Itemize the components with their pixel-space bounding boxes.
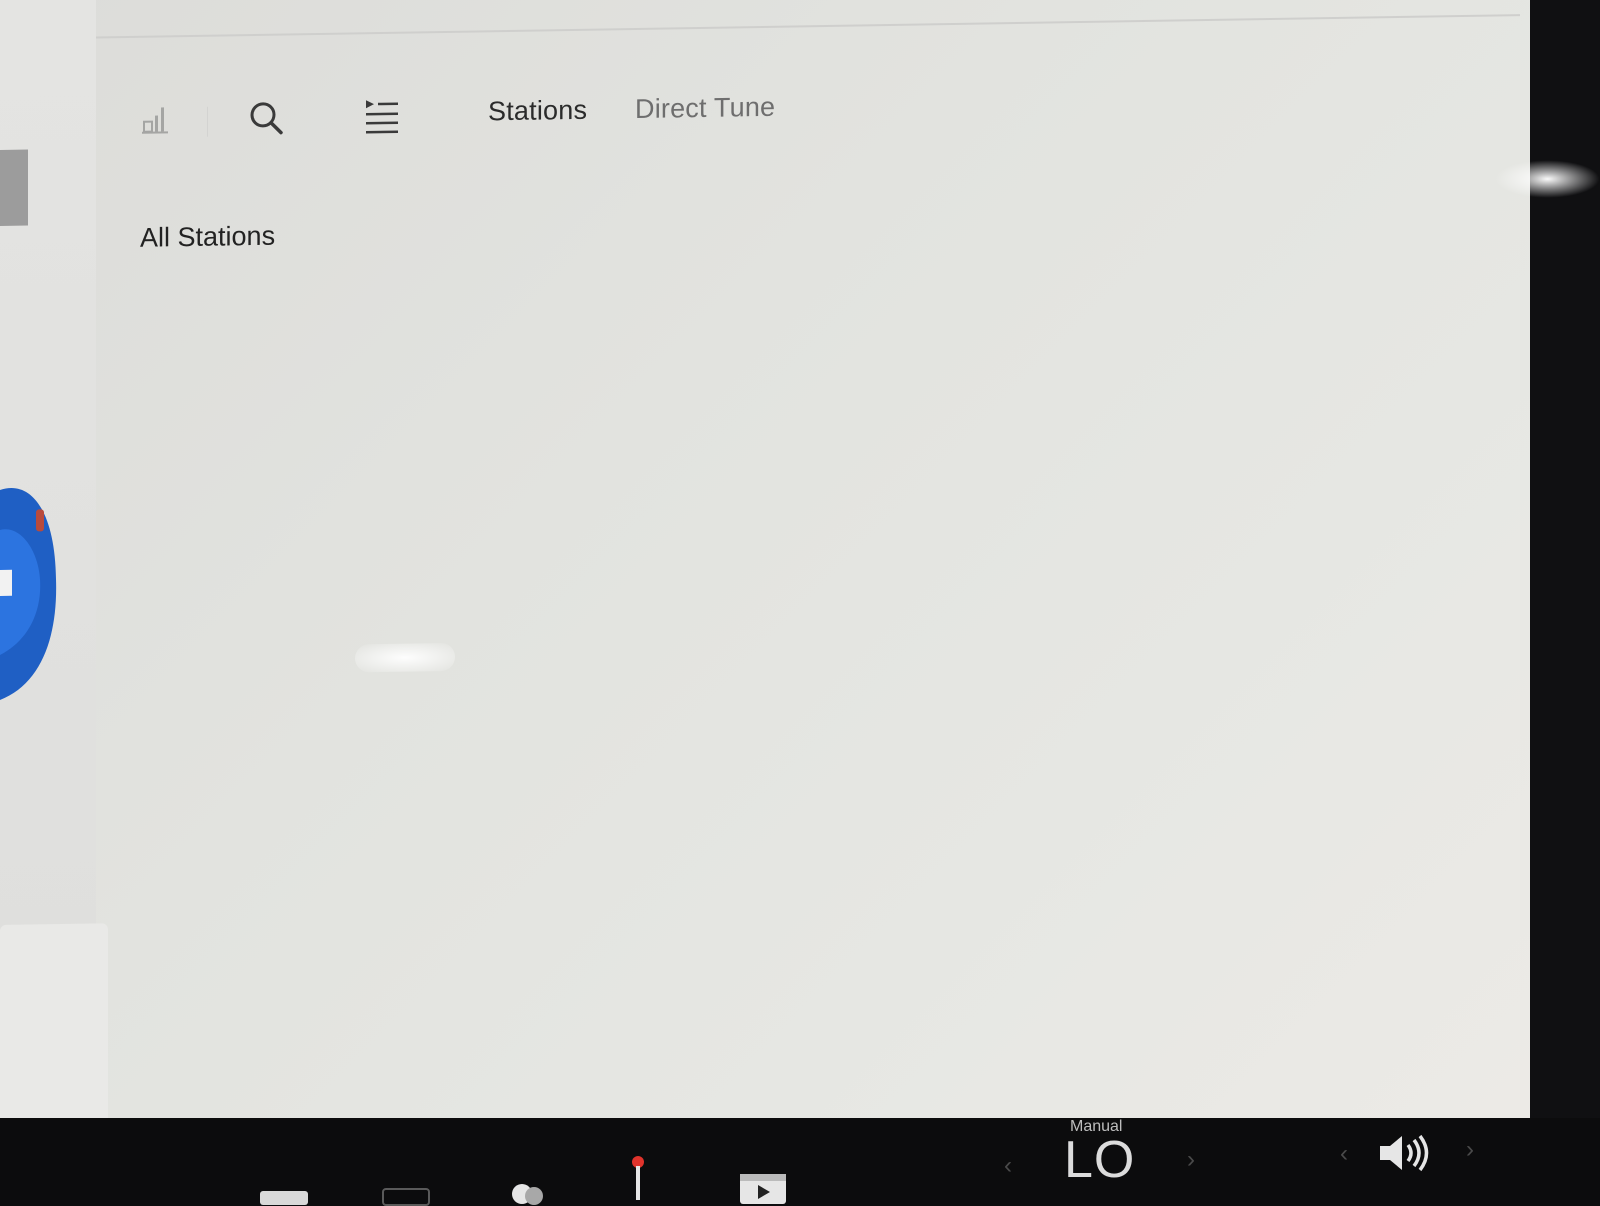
speaker-volume-icon[interactable] — [1376, 1132, 1436, 1174]
toybox-icon[interactable] — [508, 1178, 548, 1206]
dock-app-icon[interactable] — [382, 1188, 430, 1206]
radio-media-panel: Stations Direct Tune All Stations — [96, 16, 1530, 1149]
side-card — [0, 923, 108, 1145]
volume-up-chevron-icon[interactable]: › — [1466, 1136, 1474, 1164]
section-heading: All Stations — [140, 221, 275, 254]
theater-icon[interactable] — [738, 1172, 788, 1206]
search-icon — [247, 99, 285, 138]
temperature-up-chevron-icon[interactable]: › — [1187, 1146, 1195, 1174]
car-render-icon[interactable] — [0, 469, 60, 710]
vehicle-panel — [0, 0, 96, 1150]
screen-glare — [355, 643, 455, 673]
equalizer-button[interactable] — [136, 99, 176, 140]
touchscreen: Stations Direct Tune All Stations — [0, 0, 1530, 1150]
dock-app-icon[interactable] — [260, 1191, 308, 1205]
album-thumbnail[interactable] — [0, 150, 28, 226]
queue-button[interactable] — [362, 96, 402, 137]
search-button[interactable] — [246, 98, 286, 139]
equalizer-icon — [138, 101, 174, 138]
temperature-down-chevron-icon[interactable]: ‹ — [1004, 1152, 1012, 1180]
queue-icon — [362, 96, 402, 137]
joystick-icon[interactable] — [630, 1154, 646, 1204]
bezel-glare — [1495, 160, 1600, 198]
volume-down-chevron-icon[interactable]: ‹ — [1340, 1140, 1348, 1168]
toolbar-divider — [207, 107, 208, 137]
tab-stations[interactable]: Stations — [488, 95, 587, 128]
climate-temperature[interactable]: LO — [1064, 1130, 1135, 1190]
tab-direct-tune[interactable]: Direct Tune — [635, 92, 775, 125]
bottom-control-bar: ‹ Manual LO › ‹ › — [0, 1118, 1600, 1200]
